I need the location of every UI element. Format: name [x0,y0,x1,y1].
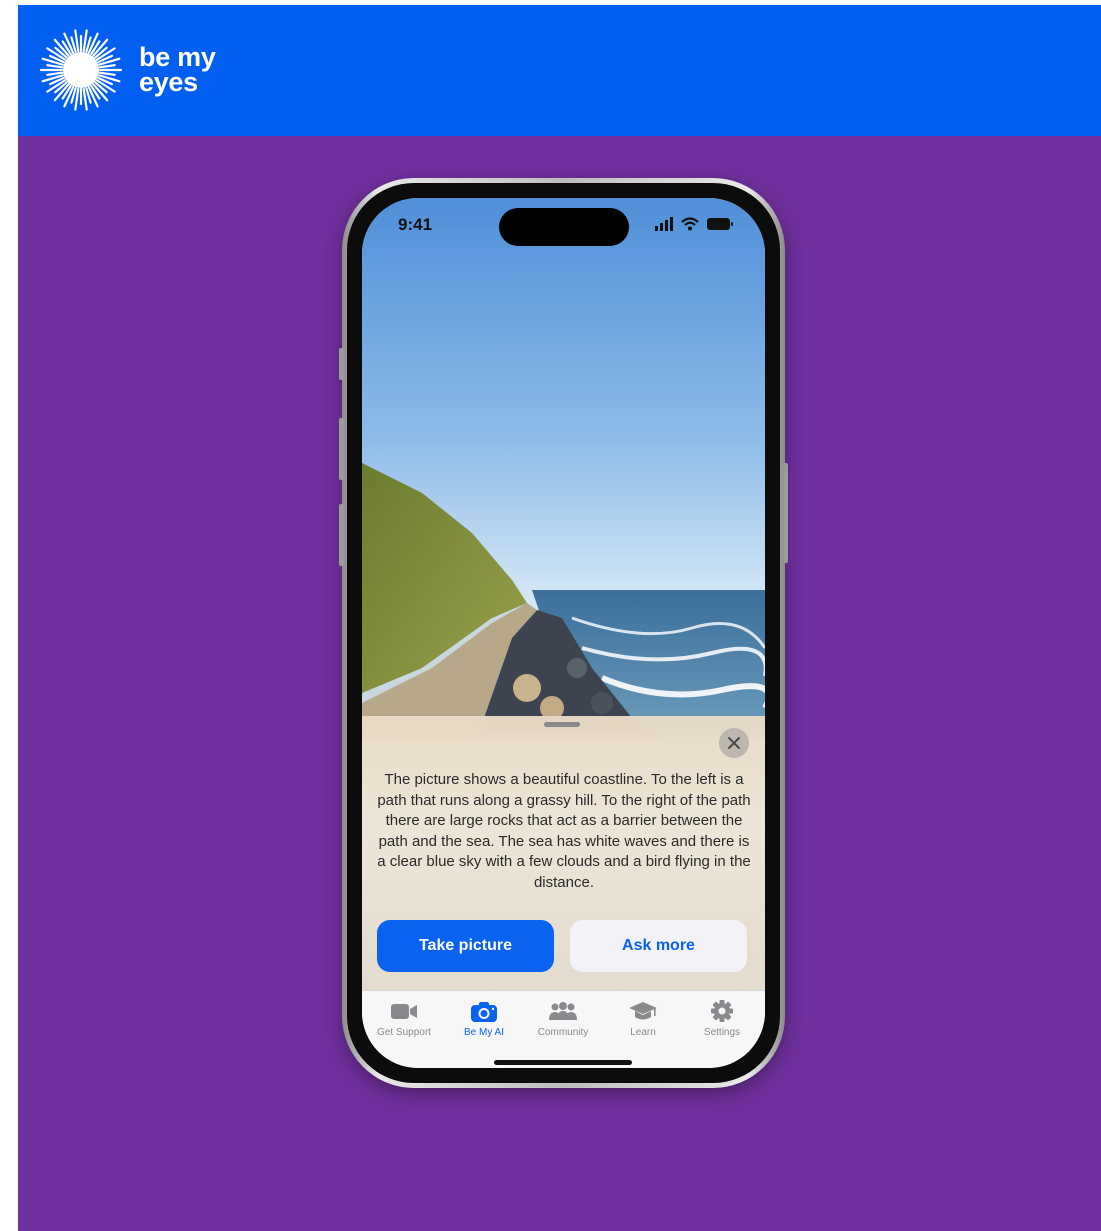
mute-switch [339,348,344,380]
camera-icon [471,1002,497,1022]
graduation-cap-icon [629,1002,657,1020]
power-button [783,463,788,563]
promo-frame: be my eyes 9:41 The picture shows a beau… [18,5,1101,1231]
tab-label: Learn [630,1027,656,1038]
tab-label: Community [537,1027,589,1038]
close-icon [728,737,740,749]
wifi-icon [681,217,699,231]
coastline-photo [362,198,765,738]
phone-screen: 9:41 The picture shows a beautiful coast… [362,198,765,1068]
logo-ray [98,71,116,76]
logo-ray [74,29,80,53]
video-camera-icon [391,1004,417,1019]
ai-description-text: The picture shows a beautiful coastline.… [377,771,751,891]
status-icons [655,217,733,231]
logo-ray [82,29,88,53]
ai-description-sheet: The picture shows a beautiful coastline.… [362,716,765,990]
logo-core [63,52,99,88]
tab-label: Get Support [377,1027,431,1038]
tab-be-my-ai[interactable]: Be My AI [444,999,524,1043]
tab-get-support[interactable]: Get Support [364,999,444,1043]
phone-mockup: 9:41 The picture shows a beautiful coast… [339,178,788,1088]
status-bar: 9:41 [362,198,765,248]
logo-ray [74,87,80,111]
tab-label: Settings [703,1027,741,1038]
tab-label: Be My AI [463,1027,504,1038]
brand-line-2: eyes [139,67,198,97]
tab-settings[interactable]: Settings [682,999,762,1043]
logo-ray [46,71,64,76]
battery-icon [707,218,733,230]
signal-icon [655,217,673,231]
people-icon [549,1002,577,1020]
ask-more-button[interactable]: Ask more [570,920,747,972]
logo-ray [98,64,116,69]
sheet-grabber[interactable] [544,722,580,727]
home-indicator[interactable] [494,1060,632,1065]
brand-wordmark: be my eyes [139,44,216,97]
status-time: 9:41 [398,215,433,234]
volume-down-button [339,504,344,566]
close-button[interactable] [719,728,749,758]
tab-bar: Get Support Be My AI Community Learn Set… [362,990,765,1068]
logo-ray [82,87,88,111]
dynamic-island [499,208,629,246]
gear-icon [711,1000,733,1022]
volume-up-button [339,418,344,480]
tab-learn[interactable]: Learn [603,999,683,1043]
tab-community[interactable]: Community [523,999,603,1043]
take-picture-button[interactable]: Take picture [377,920,554,972]
sunburst-logo-icon [40,29,122,111]
logo-ray [46,64,64,69]
brand-header: be my eyes [18,5,1101,136]
